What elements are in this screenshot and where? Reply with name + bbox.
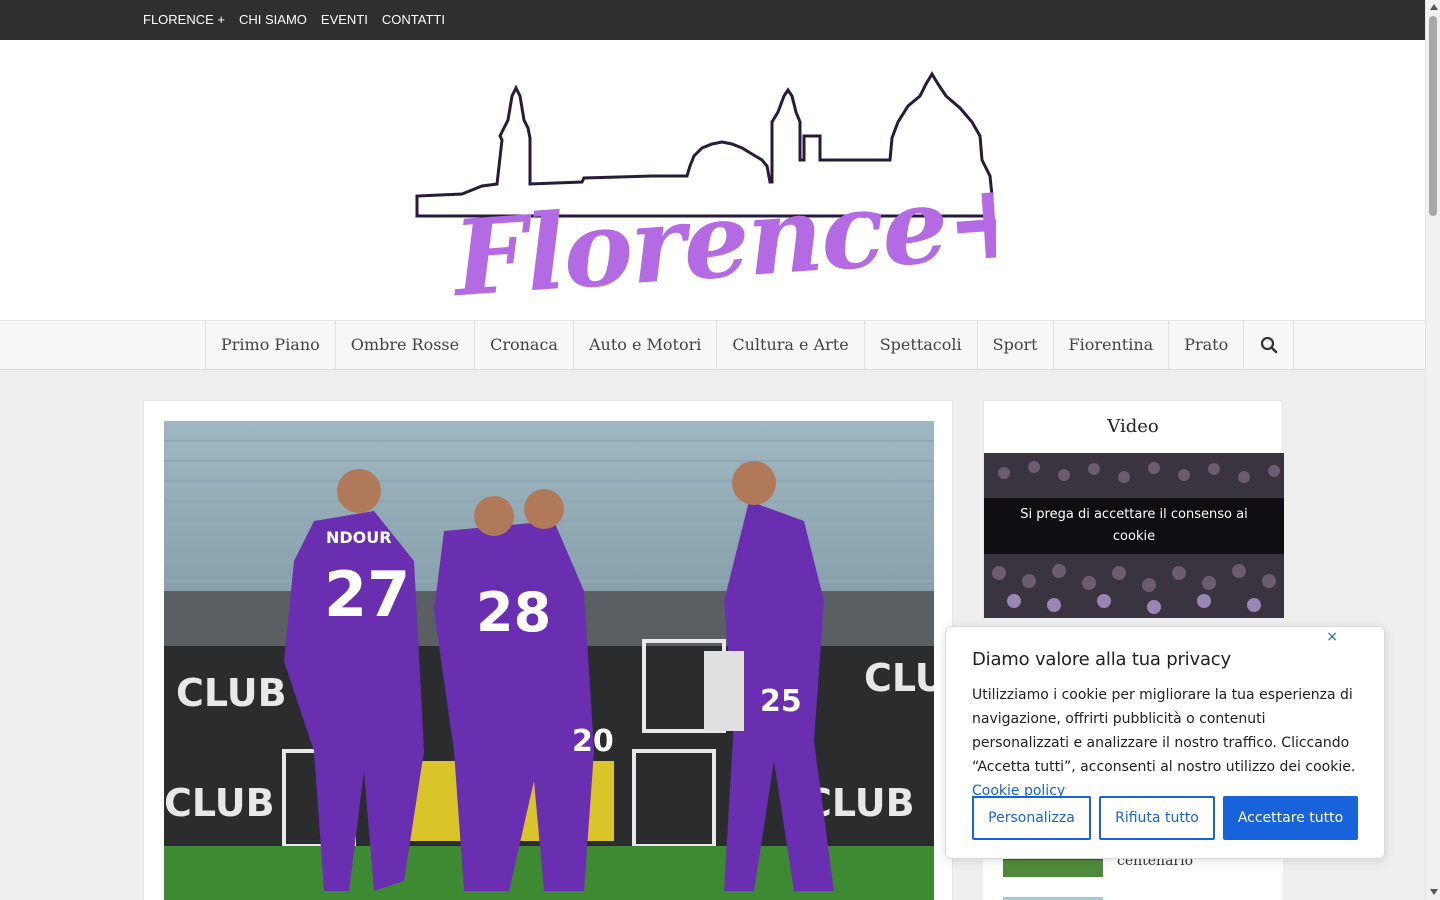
cookie-title: Diamo valore alla tua privacy — [972, 649, 1231, 670]
cookie-buttons: Personalizza Rifiuta tutto Accettare tut… — [972, 796, 1358, 840]
nav-item-fiorentina[interactable]: Fiorentina — [1054, 321, 1170, 369]
cookie-consent-banner: × Diamo valore alla tua privacy Utilizzi… — [945, 626, 1385, 859]
hero-photo: CLUB CLUB CLUB CLUB 27 NDOUR 28 20 25 — [164, 421, 934, 900]
featured-article: CLUB CLUB CLUB CLUB 27 NDOUR 28 20 25 — [143, 400, 953, 900]
close-icon[interactable]: × — [1326, 629, 1338, 645]
search-icon — [1260, 336, 1278, 354]
scroll-down-icon[interactable] — [1430, 889, 1438, 895]
player-name: NDOUR — [326, 528, 392, 547]
search-button[interactable] — [1244, 321, 1295, 369]
cookie-body-text: Utilizziamo i cookie per migliorare la t… — [972, 687, 1356, 775]
top-nav-item-florence[interactable]: FLORENCE + — [143, 12, 225, 28]
banner-club-4: CLUB — [164, 781, 275, 825]
sidebar-video-title: Video — [1107, 416, 1159, 437]
main-nav-list: Primo Piano Ombre Rosse Cronaca Auto e M… — [205, 321, 1295, 369]
scrollbar-thumb[interactable] — [1429, 16, 1437, 216]
video-consent-overlay: Si prega di accettare il consenso ai coo… — [984, 498, 1284, 554]
top-nav-item-contatti[interactable]: CONTATTI — [382, 12, 445, 28]
nav-item-primo-piano[interactable]: Primo Piano — [206, 321, 336, 369]
customize-button[interactable]: Personalizza — [972, 796, 1091, 840]
video-player[interactable]: Si prega di accettare il consenso ai coo… — [984, 453, 1284, 618]
nav-item-sport[interactable]: Sport — [978, 321, 1054, 369]
player-number-28: 28 — [476, 581, 551, 644]
top-bar: FLORENCE + CHI SIAMO EVENTI CONTATTI — [0, 0, 1425, 40]
page-scrollbar[interactable] — [1425, 0, 1440, 900]
player-number-25: 25 — [760, 684, 802, 719]
accept-all-button[interactable]: Accettare tutto — [1223, 796, 1358, 840]
banner-club-2: CLUB — [864, 656, 934, 700]
nav-item-auto-motori[interactable]: Auto e Motori — [574, 321, 718, 369]
banner-club-1: CLUB — [176, 671, 287, 715]
nav-item-prato[interactable]: Prato — [1169, 321, 1245, 369]
main-nav: Primo Piano Ombre Rosse Cronaca Auto e M… — [0, 320, 1425, 370]
nav-item-cronaca[interactable]: Cronaca — [475, 321, 574, 369]
top-nav: FLORENCE + CHI SIAMO EVENTI CONTATTI — [143, 12, 445, 28]
top-nav-item-eventi[interactable]: EVENTI — [321, 12, 368, 28]
site-header: Florence+ — [0, 40, 1425, 320]
reject-all-button[interactable]: Rifiuta tutto — [1099, 796, 1215, 840]
player-number-20: 20 — [572, 724, 614, 759]
site-logo[interactable]: Florence+ — [412, 66, 996, 296]
nav-item-cultura-arte[interactable]: Cultura e Arte — [717, 321, 865, 369]
hero-image[interactable]: CLUB CLUB CLUB CLUB 27 NDOUR 28 20 25 — [164, 421, 934, 900]
nav-item-spettacoli[interactable]: Spettacoli — [865, 321, 978, 369]
cookie-body: Utilizziamo i cookie per migliorare la t… — [972, 683, 1364, 803]
sidebar-video-widget: Video Si prega di accettare il consenso … — [983, 400, 1284, 618]
top-nav-item-chi-siamo[interactable]: CHI SIAMO — [239, 12, 307, 28]
nav-item-ombre-rosse[interactable]: Ombre Rosse — [336, 321, 476, 369]
player-number-27: 27 — [324, 558, 410, 631]
scroll-up-icon[interactable] — [1430, 4, 1438, 10]
